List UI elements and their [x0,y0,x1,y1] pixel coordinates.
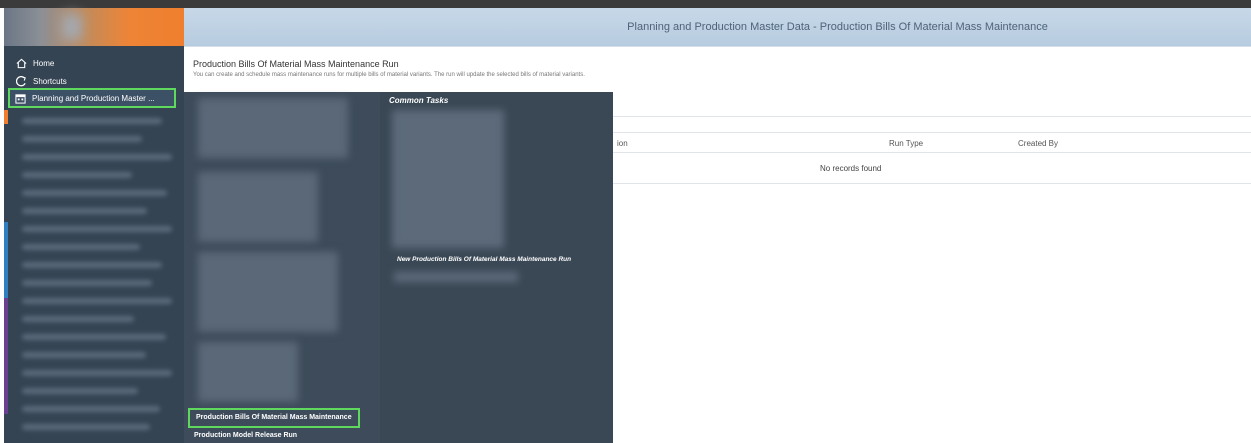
blurred-menu-items [198,252,338,332]
blurred-nav-item [22,388,138,394]
menu-item-production-model-release-run[interactable]: Production Model Release Run [194,432,297,439]
blurred-nav-item [22,352,146,358]
logo-mark [62,14,82,40]
menu-column-apps [184,92,380,443]
blurred-common-tasks [392,110,504,248]
accent-strip-purple [4,298,8,414]
nav-item-home[interactable]: Home [16,54,54,72]
company-logo [4,8,184,46]
blurred-nav-item [22,316,134,322]
blurred-menu-items [198,172,318,242]
accent-strip-blue [4,222,8,298]
nav-item-planning-production-master[interactable]: Planning and Production Master ... [8,88,176,108]
blurred-nav-item [22,424,150,430]
blurred-nav-item [22,136,142,142]
blurred-nav-item [22,190,167,196]
blurred-menu-items [198,342,298,402]
content-description: You can create and schedule mass mainten… [193,72,585,78]
blurred-nav-item [22,118,162,124]
new-bom-mass-maintenance-run-link[interactable]: New Production Bills Of Material Mass Ma… [397,256,571,263]
nav-item-label: Shortcuts [33,76,67,86]
blurred-nav-item [22,172,132,178]
column-header-description[interactable]: ion [617,139,628,148]
blurred-nav-item [22,262,162,268]
app-header: Planning and Production Master Data - Pr… [184,8,1251,47]
column-header-run-type[interactable]: Run Type [889,139,923,148]
home-icon [16,58,27,68]
blurred-nav-item [22,244,140,250]
blurred-nav-item [22,298,172,304]
column-header-created-by[interactable]: Created By [1018,139,1058,148]
empty-table-message: No records found [820,164,882,173]
menu-item-bom-mass-maintenance[interactable]: Production Bills Of Material Mass Mainte… [188,408,360,428]
shortcut-icon [16,75,26,86]
accent-strip-orange [4,110,8,124]
page-title: Planning and Production Master Data - Pr… [627,21,1048,33]
blurred-nav-item [22,208,147,214]
blurred-nav-item [22,406,160,412]
blurred-nav-item [22,370,172,376]
blurred-nav-item [22,334,166,340]
blurred-nav-item [22,280,152,286]
blurred-nav-item [22,154,172,160]
menu-column-common-tasks [380,92,613,443]
blurred-nav-item [22,226,172,232]
calendar-icon [15,93,26,104]
content-title: Production Bills Of Material Mass Mainte… [193,59,399,69]
blurred-common-task [394,272,518,282]
blurred-menu-items [198,98,348,158]
window-top-border [0,0,1251,8]
nav-item-label: Planning and Production Master ... [32,93,155,103]
nav-item-label: Home [33,58,55,68]
common-tasks-heading: Common Tasks [389,96,449,105]
